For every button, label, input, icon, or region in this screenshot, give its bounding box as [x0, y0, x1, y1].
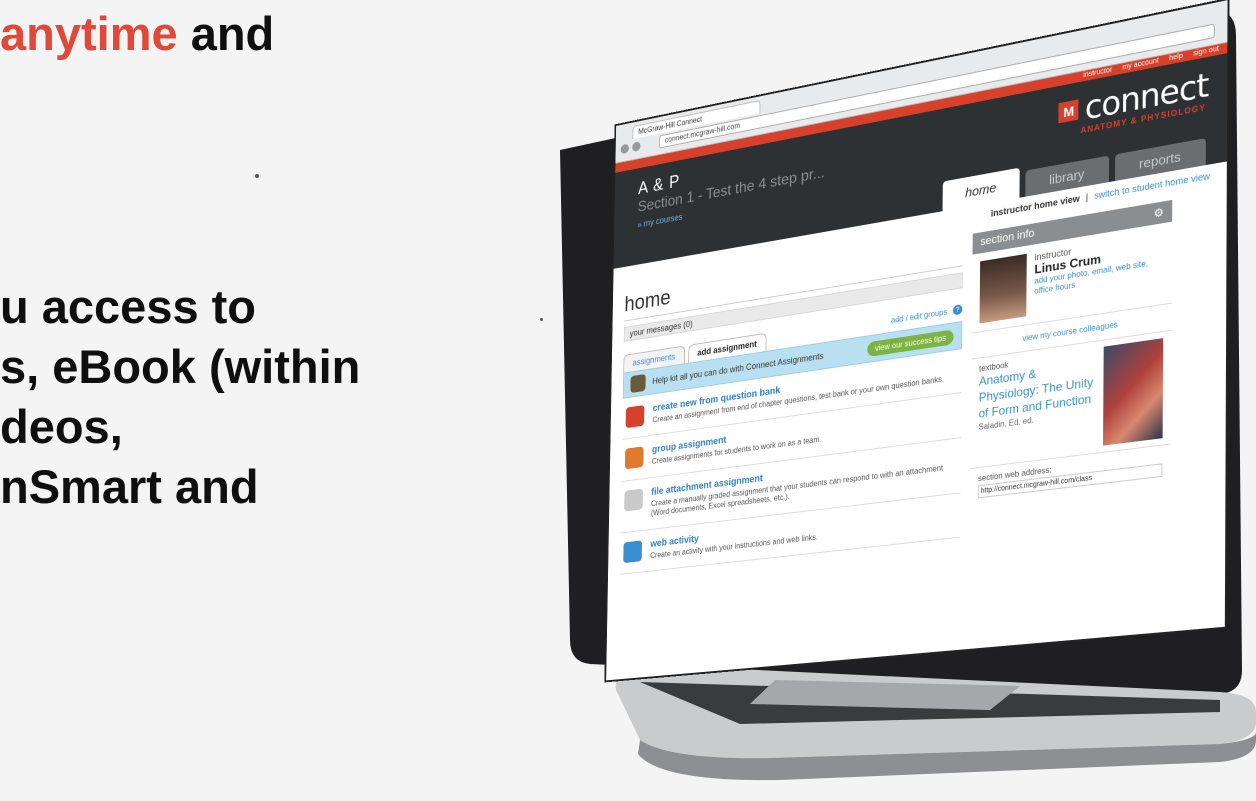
group-icon	[625, 447, 644, 470]
body-line-1: u access to	[0, 283, 256, 330]
section-info-panel: section info ⚙ instructor Linus Crum add…	[970, 200, 1172, 505]
headline-highlight: anytime	[0, 7, 178, 60]
speck	[255, 174, 259, 178]
body-line-4: nSmart and	[0, 463, 259, 510]
paperclip-icon	[624, 488, 643, 511]
body-line-2: s, eBook (within	[0, 343, 360, 390]
back-icon[interactable]	[621, 143, 629, 154]
slide-text: anytime and u access to s, eBook (within…	[0, 0, 560, 801]
web-activity-icon	[623, 540, 642, 563]
body-line-3: deos,	[0, 403, 123, 450]
headline-line-1: anytime and	[0, 10, 274, 57]
question-bank-icon	[626, 405, 645, 428]
avatar	[980, 254, 1027, 324]
gear-icon[interactable]: ⚙	[1154, 205, 1164, 220]
forward-icon[interactable]	[632, 141, 640, 152]
home-panel: home your messages (0) assignments add a…	[620, 235, 963, 574]
mcgraw-hill-icon: M	[1059, 99, 1079, 123]
edit-groups-link[interactable]: add / edit groups	[891, 307, 947, 325]
laptop: McGraw-Hill Connect connect.mcgraw-hill.…	[520, 0, 1256, 801]
groups-control: add / edit groups ?	[891, 304, 962, 325]
browser-nav-buttons	[621, 141, 641, 154]
book-cover[interactable]	[1103, 338, 1163, 445]
help-icon[interactable]: ?	[953, 304, 963, 315]
owl-icon	[630, 374, 645, 393]
